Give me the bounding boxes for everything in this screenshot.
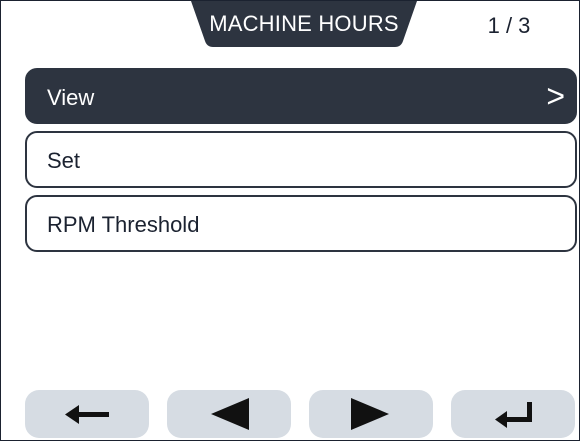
enter-button[interactable] [451,390,575,438]
menu-item-set[interactable]: Set [25,131,577,188]
arrow-left-icon [65,405,109,424]
menu-item-label: Set [47,148,81,173]
title-tab: MACHINE HOURS [191,1,417,47]
enter-return-icon [495,402,532,428]
menu-item-label: RPM Threshold [47,212,200,237]
machine-hours-screen: MACHINE HOURS 1 / 3 View > Set RPM Thres… [0,0,580,441]
menu-item-rpm-threshold[interactable]: RPM Threshold [25,195,577,252]
menu-item-view[interactable]: View > [25,68,577,124]
triangle-left-icon [211,398,249,430]
chevron-right-icon: > [546,78,565,114]
page-indicator: 1 / 3 [487,13,531,38]
back-button[interactable] [25,390,149,438]
next-button[interactable] [309,390,433,438]
previous-button[interactable] [167,390,291,438]
triangle-right-icon [351,398,389,430]
page-title: MACHINE HOURS [209,11,399,36]
menu-item-label: View [47,85,95,110]
